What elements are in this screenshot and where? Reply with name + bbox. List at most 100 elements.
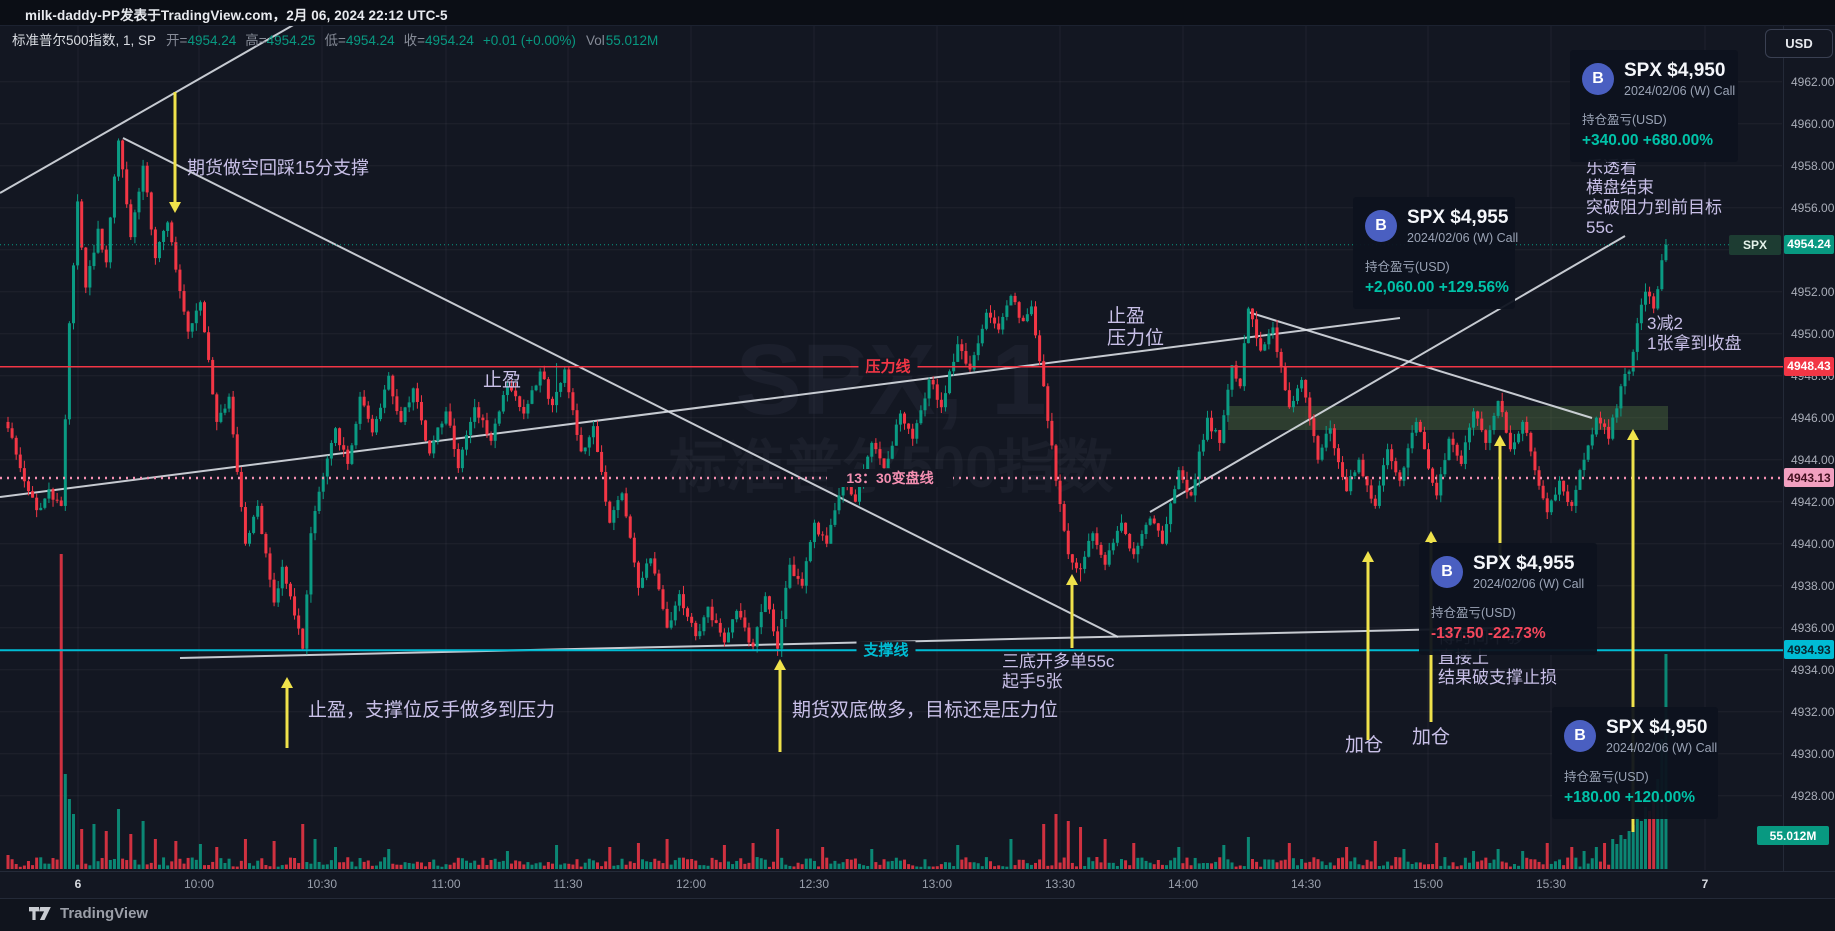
published-byline: milk-daddy-PP发表于TradingView.com，2月 06, 2… xyxy=(25,4,448,24)
price-tick-label: 4930.00 xyxy=(1791,747,1834,761)
line-label[interactable]: 支撑线 xyxy=(862,641,908,659)
ohlc-segment: 4954.24 xyxy=(425,33,474,48)
price-badge: 4954.24 xyxy=(1784,235,1834,254)
trade-card-titles: SPX $4,955 2024/02/06 (W) Call xyxy=(1407,208,1518,245)
price-axis[interactable]: 4962.004960.004958.004956.004952.004950.… xyxy=(1783,25,1835,871)
time-tick-label: 13:00 xyxy=(922,877,952,891)
pnl-value: +180.00 +120.00% xyxy=(1564,789,1706,807)
trade-card-header: BSPX $4,9502024/02/06 (W) Call xyxy=(1564,718,1706,755)
note-tp-pressure[interactable]: 止盈 压力位 xyxy=(1107,306,1164,351)
ohlc-segment: 开= xyxy=(166,29,187,49)
time-tick-label: 14:30 xyxy=(1291,877,1321,891)
tradingview-logo-icon xyxy=(28,905,52,922)
price-tick-label: 4952.00 xyxy=(1791,285,1834,299)
pnl-label: 持仓盈亏(USD) xyxy=(1564,766,1706,785)
tradingview-logo-text: TradingView xyxy=(60,905,148,922)
pnl-value: +2,060.00 +129.56% xyxy=(1365,279,1503,297)
note-3minus2[interactable]: 3减2 1张拿到收盘 xyxy=(1647,314,1741,354)
ohlc-segment: 55.012M xyxy=(606,33,659,48)
price-tick-label: 4940.00 xyxy=(1791,537,1834,551)
time-tick-label: 10:30 xyxy=(307,877,337,891)
trade-card-title: SPX $4,950 xyxy=(1624,61,1735,82)
trade-card-subtitle: 2024/02/06 (W) Call xyxy=(1407,231,1518,245)
trendlines-layer xyxy=(0,0,1625,658)
time-axis[interactable]: 610:0010:3011:0011:3012:0012:3013:0013:3… xyxy=(0,871,1835,899)
price-tick-label: 4934.00 xyxy=(1791,663,1834,677)
time-tick-label: 12:00 xyxy=(676,877,706,891)
price-tick-label: 4950.00 xyxy=(1791,327,1834,341)
ohlc-segment: 4954.24 xyxy=(187,33,236,48)
time-tick-label: 13:30 xyxy=(1045,877,1075,891)
ohlc-segment: 4954.24 xyxy=(346,33,395,48)
trade-card-3[interactable]: B SPX $4,9552024/02/06 (W) Call 持仓盈亏(USD) -… xyxy=(1419,543,1597,655)
trade-card-subtitle: 2024/02/06 (W) Call xyxy=(1473,577,1584,591)
price-tick-label: 4956.00 xyxy=(1791,201,1834,215)
line-label[interactable]: 13：30变盘线 xyxy=(846,470,933,486)
trade-card-subtitle: 2024/02/06 (W) Call xyxy=(1606,741,1717,755)
price-badge: 4943.13 xyxy=(1784,468,1834,487)
price-tick-label: 4942.00 xyxy=(1791,495,1834,509)
price-badge: 4934.93 xyxy=(1784,640,1834,659)
tradingview-logo[interactable]: TradingView xyxy=(28,905,148,922)
time-tick-label: 14:00 xyxy=(1168,877,1198,891)
price-tick-label: 4938.00 xyxy=(1791,579,1834,593)
price-tick-label: 4936.00 xyxy=(1791,621,1834,635)
time-tick-label: 11:00 xyxy=(431,877,460,891)
time-tick-label: 11:30 xyxy=(553,877,582,891)
time-tick-label: 15:00 xyxy=(1413,877,1443,891)
pnl-label: 持仓盈亏(USD) xyxy=(1582,109,1726,128)
price-tick-label: 4944.00 xyxy=(1791,453,1834,467)
pnl-value: -137.50 -22.73% xyxy=(1431,625,1585,643)
note-take-profit-1[interactable]: 止盈 xyxy=(483,370,521,392)
currency-toggle-button[interactable]: USD xyxy=(1765,29,1833,58)
trade-card-1[interactable]: BSPX $4,9502024/02/06 (W) Call持仓盈亏(USD)+… xyxy=(1570,50,1738,162)
trade-card-subtitle: 2024/02/06 (W) Call xyxy=(1624,84,1735,98)
note-triple-bottom[interactable]: 三底开多单55c 起手5张 xyxy=(1002,652,1114,692)
ohlc-segment: 低= xyxy=(324,29,345,49)
trade-card-header: BSPX $4,9552024/02/06 (W) Call xyxy=(1365,208,1503,245)
trade-card-titles: SPX $4,9552024/02/06 (W) Call xyxy=(1473,554,1584,591)
note-lottery[interactable]: 乐透看 横盘结束 突破阻力到前目标 55c xyxy=(1586,158,1722,238)
price-tick-label: 4962.00 xyxy=(1791,75,1834,89)
price-badge: 4948.43 xyxy=(1784,357,1834,376)
bottom-toolbar: TradingView xyxy=(0,898,1835,931)
highlight-zone-layer xyxy=(1228,406,1668,430)
broker-avatar: B xyxy=(1365,210,1397,242)
ohlc-segment: 标准普尔500指数, 1, SP xyxy=(12,29,156,49)
price-tick-label: 4946.00 xyxy=(1791,411,1834,425)
time-tick-label: 15:30 xyxy=(1536,877,1566,891)
note-double-bottom[interactable]: 期货双底做多，目标还是压力位 xyxy=(792,700,1058,722)
time-tick-label: 10:00 xyxy=(184,877,214,891)
price-badge: 55.012M xyxy=(1757,826,1829,845)
time-tick-label: 12:30 xyxy=(799,877,829,891)
line-label[interactable]: 压力线 xyxy=(865,358,910,376)
ohlc-segment: Vol xyxy=(586,33,605,48)
note-reverse-long[interactable]: 止盈，支撑位反手做多到压力 xyxy=(308,700,555,722)
broker-avatar: B xyxy=(1564,720,1596,752)
tradingview-chart-window: SPX, 1 标准普尔500指数 压力线13：30变盘线支撑线 milk-dad… xyxy=(0,0,1835,931)
note-add-2[interactable]: 加仓 xyxy=(1412,727,1450,749)
trade-card-titles: SPX $4,950 2024/02/06 (W) Call xyxy=(1624,61,1735,98)
pnl-label: 持仓盈亏(USD) xyxy=(1431,602,1585,621)
trade-card-header: BSPX $4,9502024/02/06 (W) Call xyxy=(1582,61,1726,98)
trade-card-title: SPX $4,955 xyxy=(1407,208,1518,229)
trade-card-2[interactable]: BSPX $4,9552024/02/06 (W) Call持仓盈亏(USD)+… xyxy=(1353,197,1515,309)
pnl-value: +340.00 +680.00% xyxy=(1582,132,1726,150)
price-tick-label: 4932.00 xyxy=(1791,705,1834,719)
trade-card-title: SPX $4,950 xyxy=(1606,718,1717,739)
symbol-ohlc-row[interactable]: 标准普尔500指数, 1, SP开=4954.24高=4954.25低=4954… xyxy=(12,29,658,49)
top-byline-strip: milk-daddy-PP发表于TradingView.com，2月 06, 2… xyxy=(0,0,1835,26)
note-short-pullback[interactable]: 期货做空回踩15分支撑 xyxy=(187,158,369,179)
time-tick-label: 7 xyxy=(1702,877,1709,891)
broker-avatar: B xyxy=(1582,63,1614,95)
trade-card-titles: SPX $4,950 2024/02/06 (W) Call xyxy=(1606,718,1717,755)
trade-card-4[interactable]: BSPX $4,9502024/02/06 (W) Call持仓盈亏(USD)+… xyxy=(1552,707,1718,819)
note-add-1[interactable]: 加仓 xyxy=(1345,735,1383,757)
price-tick-label: 4928.00 xyxy=(1791,789,1834,803)
price-tick-label: 4958.00 xyxy=(1791,159,1834,173)
trade-card-header: B SPX $4,9552024/02/06 (W) Call xyxy=(1431,554,1585,591)
ohlc-segment: 4954.25 xyxy=(267,33,316,48)
broker-avatar: B xyxy=(1431,556,1463,588)
symbol-price-tag: SPX xyxy=(1729,235,1781,255)
ohlc-segment: +0.01 (+0.00%) xyxy=(483,33,576,48)
